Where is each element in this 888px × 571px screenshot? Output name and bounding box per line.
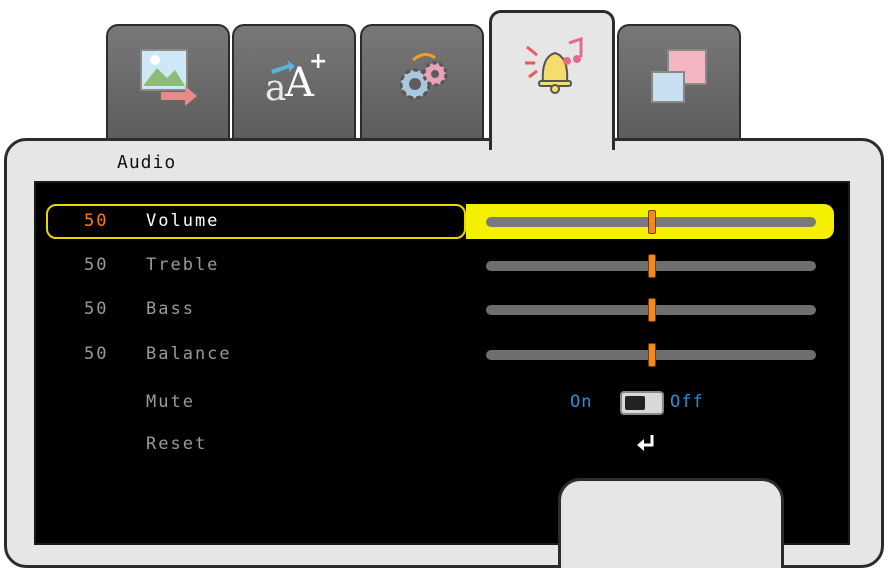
- svg-text:a: a: [265, 68, 286, 106]
- page-title: Audio: [117, 152, 177, 173]
- row-volume[interactable]: 50 Volume: [36, 202, 852, 242]
- mute-label: Mute: [146, 392, 195, 412]
- mute-toggle-thumb: [625, 396, 645, 410]
- windows-overlap-icon: [651, 49, 707, 103]
- reset-label: Reset: [146, 434, 208, 454]
- bass-label: Bass: [146, 299, 195, 319]
- tab-image[interactable]: [106, 24, 230, 148]
- tab-audio[interactable]: [489, 10, 615, 150]
- row-balance[interactable]: 50 Balance: [36, 335, 852, 375]
- bass-slider[interactable]: [486, 298, 816, 322]
- treble-label: Treble: [146, 255, 220, 275]
- tab-layout[interactable]: [617, 24, 741, 148]
- tab-settings[interactable]: [360, 24, 484, 148]
- audio-bell-music-icon: [525, 36, 583, 94]
- row-mute[interactable]: Mute On Off: [36, 383, 852, 423]
- row-reset[interactable]: Reset: [36, 425, 852, 465]
- balance-slider-handle[interactable]: [648, 343, 656, 367]
- treble-slider-handle[interactable]: [648, 254, 656, 278]
- image-picture-icon: [140, 49, 197, 106]
- balance-label: Balance: [146, 344, 232, 364]
- svg-text:+: +: [309, 49, 327, 74]
- enter-return-icon[interactable]: [634, 431, 658, 455]
- bottom-notch: [558, 478, 784, 568]
- volume-value: 50: [84, 211, 109, 231]
- row-bass[interactable]: 50 Bass: [36, 290, 852, 330]
- settings-gears-icon: [399, 53, 448, 100]
- tab-text[interactable]: a A +: [232, 24, 356, 148]
- selection-frame: [46, 204, 466, 239]
- row-treble[interactable]: 50 Treble: [36, 246, 852, 286]
- volume-slider-handle[interactable]: [648, 210, 656, 234]
- treble-value: 50: [84, 255, 109, 275]
- bass-value: 50: [84, 299, 109, 319]
- balance-slider[interactable]: [486, 343, 816, 367]
- volume-label: Volume: [146, 211, 220, 231]
- bass-slider-handle[interactable]: [648, 298, 656, 322]
- text-size-icon: a A +: [265, 49, 327, 106]
- mute-toggle[interactable]: [620, 391, 664, 415]
- mute-off-label: Off: [670, 392, 704, 412]
- treble-slider[interactable]: [486, 254, 816, 278]
- mute-on-label: On: [570, 392, 593, 412]
- volume-slider[interactable]: [486, 210, 816, 234]
- balance-value: 50: [84, 344, 109, 364]
